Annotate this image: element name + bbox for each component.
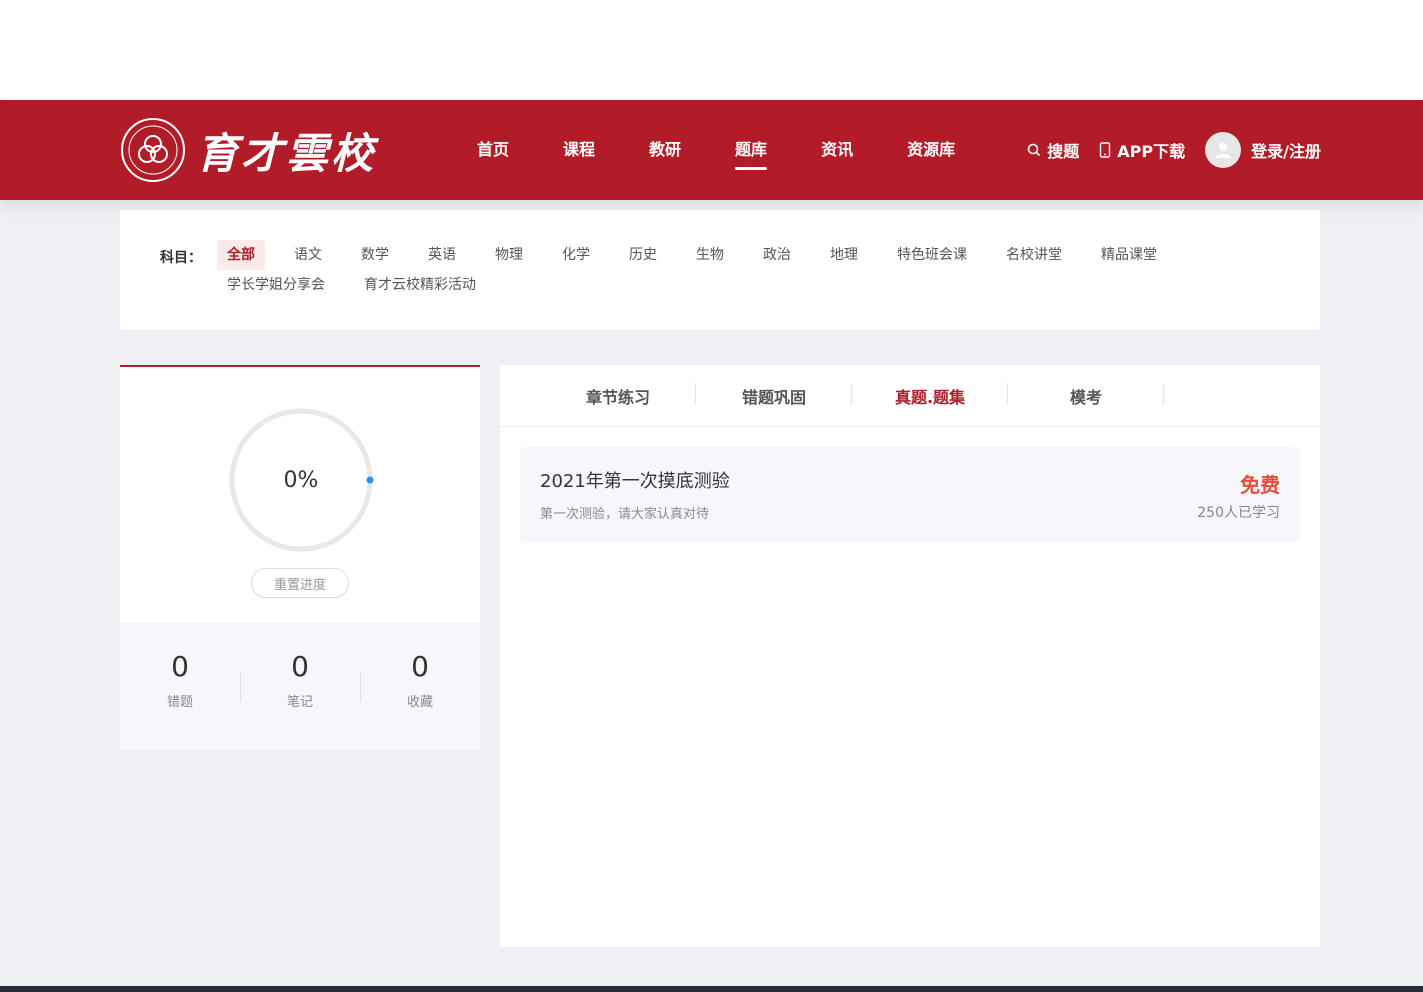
top-blank-area: [0, 0, 1423, 100]
subject-filter: 科目： 全部 语文 数学 英语 物理 化学 历史 生物 政治 地理 特色班会课 …: [120, 210, 1320, 330]
stat-favorites-value: 0: [411, 650, 429, 683]
logo-text: 育才雲校: [196, 128, 377, 178]
subject-famous-lectures[interactable]: 名校讲堂: [996, 240, 1072, 270]
avatar[interactable]: [1205, 132, 1242, 168]
subject-biology[interactable]: 生物: [686, 240, 734, 270]
search-questions-link[interactable]: 搜题: [1027, 138, 1079, 162]
footer: [0, 986, 1423, 992]
exam-learner-count: 250人已学习: [1197, 505, 1280, 521]
stat-favorites[interactable]: 0 收藏: [360, 623, 480, 750]
nav-item-courses[interactable]: 课程: [563, 100, 595, 200]
subject-premium-courses[interactable]: 精品课堂: [1091, 240, 1167, 270]
stats-panel: 0 错题 0 笔记 0 收藏: [120, 623, 480, 750]
tab-real-exams[interactable]: 真题.题集: [852, 382, 1008, 408]
subject-chemistry[interactable]: 化学: [552, 240, 600, 270]
main-nav: 首页 课程 教研 题库 资讯 资源库: [477, 100, 1009, 200]
exam-description: 第一次测验，请大家认真对待: [540, 507, 710, 522]
exam-panel: 章节练习 错题巩固 真题.题集 模考 2021年第一次摸底测验 第一次测验，请大…: [500, 365, 1320, 947]
subject-senior-sharing[interactable]: 学长学姐分享会: [217, 270, 335, 300]
stat-wrong-questions-label: 错题: [166, 695, 193, 710]
exam-tabs: 章节练习 错题巩固 真题.题集 模考: [500, 365, 1320, 427]
app-download-label: APP下载: [1117, 142, 1186, 161]
subject-physics[interactable]: 物理: [485, 240, 533, 270]
stat-notes-value: 0: [291, 650, 309, 683]
header-actions: 搜题 APP下载 登录/注册: [1007, 100, 1321, 200]
nav-item-resources[interactable]: 资源库: [907, 100, 955, 200]
stat-notes-label: 笔记: [286, 695, 313, 710]
progress-percent: 0%: [283, 467, 319, 493]
nav-item-news[interactable]: 资讯: [821, 100, 853, 200]
subject-filter-label: 科目：: [160, 250, 202, 266]
header: 育才雲校 首页 课程 教研 题库 资讯 资源库 搜题 APP下载 登录/注册: [0, 100, 1423, 200]
stat-favorites-label: 收藏: [406, 695, 433, 710]
subject-all[interactable]: 全部: [217, 240, 265, 270]
app-download-link[interactable]: APP下载: [1099, 138, 1185, 162]
tab-chapter-practice[interactable]: 章节练习: [540, 382, 696, 408]
nav-item-research[interactable]: 教研: [649, 100, 681, 200]
user-icon: [1215, 143, 1231, 158]
reset-progress-button[interactable]: 重置进度: [251, 568, 349, 598]
progress-card: 0% 重置进度 0 错题 0 笔记 0 收藏: [120, 365, 480, 750]
nav-item-home[interactable]: 首页: [477, 100, 509, 200]
stat-wrong-questions-value: 0: [171, 650, 189, 683]
exam-price: 免费: [1240, 473, 1280, 497]
subject-math[interactable]: 数学: [351, 240, 399, 270]
subject-activities[interactable]: 育才云校精彩活动: [354, 270, 486, 300]
logo[interactable]: 育才雲校: [120, 117, 376, 183]
school-seal-icon: [121, 118, 185, 182]
stat-wrong-questions[interactable]: 0 错题: [120, 623, 240, 750]
tab-wrong-review[interactable]: 错题巩固: [696, 382, 852, 408]
search-icon: [1027, 143, 1041, 157]
subject-chinese[interactable]: 语文: [284, 240, 332, 270]
phone-icon: [1100, 142, 1111, 158]
exam-title: 2021年第一次摸底测验: [540, 471, 730, 492]
subject-history[interactable]: 历史: [619, 240, 667, 270]
tab-mock-exam[interactable]: 模考: [1008, 382, 1164, 408]
subject-english[interactable]: 英语: [418, 240, 466, 270]
subject-geography[interactable]: 地理: [820, 240, 868, 270]
search-questions-label: 搜题: [1047, 142, 1080, 161]
exam-item[interactable]: 2021年第一次摸底测验 第一次测验，请大家认真对待 免费 250人已学习: [520, 447, 1300, 543]
subject-class-meeting[interactable]: 特色班会课: [887, 240, 977, 270]
subject-politics[interactable]: 政治: [753, 240, 801, 270]
login-register-link[interactable]: 登录/注册: [1251, 138, 1321, 162]
stat-notes[interactable]: 0 笔记: [240, 623, 360, 750]
nav-item-question-bank[interactable]: 题库: [735, 100, 768, 200]
